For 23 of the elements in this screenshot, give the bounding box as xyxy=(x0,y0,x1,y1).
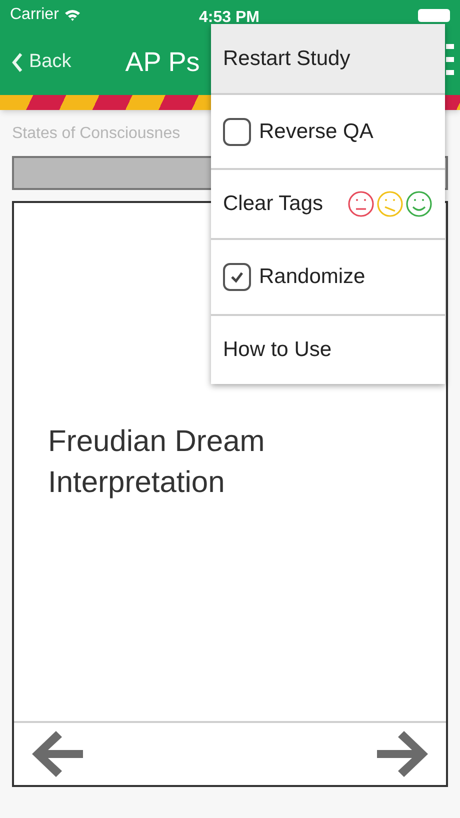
menu-item[interactable]: Clear Tags xyxy=(211,170,445,240)
menu-item-label: How to Use xyxy=(223,337,332,364)
checkbox[interactable] xyxy=(223,263,251,291)
menu-item[interactable]: Restart Study xyxy=(211,24,445,95)
previous-arrow-icon[interactable] xyxy=(32,730,84,778)
more-icon[interactable] xyxy=(446,44,454,76)
tag-faces-icon xyxy=(347,190,433,218)
chevron-left-icon xyxy=(12,53,23,72)
card-text: Freudian Dream Interpretation xyxy=(48,424,266,501)
menu-item[interactable]: Randomize xyxy=(211,240,445,316)
menu-item[interactable]: Reverse QA xyxy=(211,95,445,170)
menu-item[interactable]: How to Use xyxy=(211,316,445,384)
menu-item-label: Randomize xyxy=(259,264,366,290)
menu-item-label: Restart Study xyxy=(223,46,350,72)
wifi-icon xyxy=(64,9,81,21)
deck-subtitle: States of Consciousnes xyxy=(12,125,180,142)
battery-icon xyxy=(418,8,450,22)
checkbox[interactable] xyxy=(223,118,251,146)
menu-item-label: Reverse QA xyxy=(259,118,374,145)
nav-title: AP Ps xyxy=(125,46,200,80)
next-arrow-icon[interactable] xyxy=(376,730,428,778)
carrier-label: Carrier xyxy=(10,5,59,25)
menu-item-label: Clear Tags xyxy=(223,191,323,218)
